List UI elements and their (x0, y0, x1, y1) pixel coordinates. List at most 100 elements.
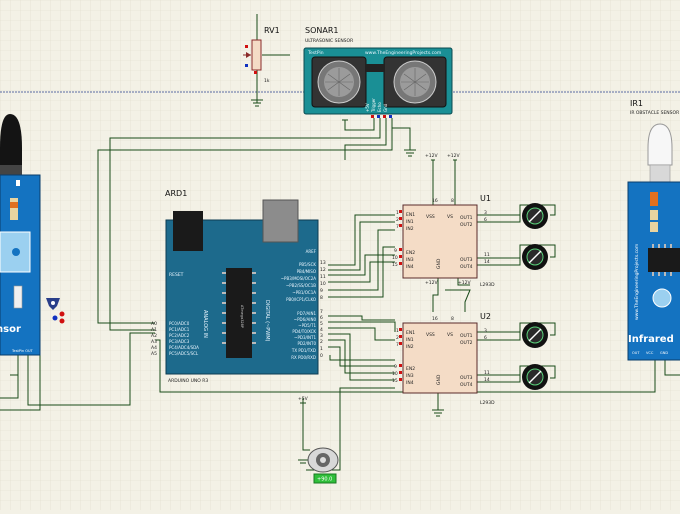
arduino-pin-12: 12 (320, 267, 326, 273)
u1-num-1: 1 (396, 210, 399, 216)
arduino-pin-6: 6 (320, 315, 323, 321)
u1-pin-in3: IN3 (406, 257, 414, 263)
arduino-pin-a4: A4 (151, 345, 157, 351)
arduino-pd6-label: ~PD6/AIN0 (294, 317, 317, 322)
arduino-adc5-label: PC5/ADC5/SCL (169, 351, 199, 356)
u1-pin-in1: IN1 (406, 219, 414, 225)
arduino-pin-a5: A5 (151, 351, 157, 357)
u1-num-7: 7 (396, 224, 399, 230)
arduino-adc1-label: PC1/ADC1 (169, 327, 190, 332)
arduino-pb3-label: ~PB3/MOSI/OC2A (281, 276, 317, 281)
u2-pin-in3: IN3 (406, 373, 414, 379)
u1-pin-out1: OUT1 (460, 215, 473, 221)
u1-pin-vss: VSS (426, 214, 435, 220)
u1-ref-label: U1 (480, 194, 491, 203)
u2-num-6: 6 (484, 335, 487, 341)
supply-u1-vss-label: +12V (425, 153, 438, 159)
dc-motor-3[interactable] (522, 322, 548, 348)
u1-pin-vs: VS (447, 214, 453, 220)
dc-motor-4[interactable] (522, 364, 548, 390)
schematic-canvas: RV1 1k SONAR1 ULTRASONIC SENSOR TestPin … (0, 0, 680, 510)
u2-pin-en2: EN2 (406, 366, 415, 372)
arduino-reset-label: RESET (169, 272, 184, 278)
u2-num-8: 8 (451, 316, 454, 322)
u2-pin-vs: VS (447, 332, 453, 338)
u1-num-11: 11 (484, 252, 490, 258)
u2-pin-out3: OUT3 (460, 375, 473, 381)
u2-pin-in2: IN2 (406, 344, 414, 350)
pot-value-label: 1k (264, 78, 270, 84)
u2-num-10: 10 (392, 371, 398, 377)
supply-u2-vs-label: +12V (458, 280, 471, 286)
u1-pin-out4: OUT4 (460, 264, 473, 270)
arduino-pin-4: 4 (320, 327, 323, 333)
arduino-pb2-label: ~PB2/SS/OC1B (286, 283, 316, 288)
arduino-pd5-label: ~PD5/T1 (298, 323, 316, 328)
arduino-model-label: ARDUINO UNO R3 (168, 378, 208, 384)
u1-num-8: 8 (451, 198, 454, 204)
sonar-pin-vcc: +5V (365, 103, 370, 112)
arduino-pd7-label: PD7/AIN1 (297, 311, 316, 316)
u1-num-6: 6 (484, 217, 487, 223)
sonar-type-label: ULTRASONIC SENSOR (305, 38, 353, 44)
supply-u2-vss-label: +12V (425, 280, 438, 286)
arduino-adc0-label: PC0/ADC0 (169, 321, 190, 326)
ir-name-label: Infrared (628, 334, 674, 345)
arduino-pd1-label: TX PD1/TXD (291, 348, 316, 353)
arduino-adc3-label: PC3/ADC3 (169, 339, 190, 344)
u2-num-11: 11 (484, 370, 490, 376)
arduino-pin-13: 13 (320, 260, 326, 266)
arduino-digital-label: DIGITAL (~PWM) (264, 300, 270, 342)
u2-pin-vss: VSS (426, 332, 435, 338)
u1-num-16: 16 (432, 198, 438, 204)
arduino-pin-8: 8 (320, 295, 323, 301)
arduino-pb5-label: PB5/SCK (299, 262, 316, 267)
u1-num-10: 10 (392, 255, 398, 261)
u1-pin-in4: IN4 (406, 264, 414, 270)
arduino-pin-7: 7 (320, 309, 323, 315)
u1-pin-out3: OUT3 (460, 257, 473, 263)
arduino-pd0-label: RX PD0/RXD (291, 355, 316, 360)
u2-pin-out2: OUT2 (460, 340, 473, 346)
u2-pin-en1: EN1 (406, 330, 415, 336)
dc-motor-2[interactable] (522, 244, 548, 270)
ir-type-label: IR OBSTACLE SENSOR (630, 110, 679, 116)
u1-model-label: L293D (480, 282, 495, 288)
u2-num-2: 2 (396, 335, 399, 341)
u2-num-14: 14 (484, 377, 490, 383)
left-sensor-pins-label: TestPin OUT (11, 349, 34, 353)
arduino-ref-label: ARD1 (165, 189, 187, 198)
sonar-pin-gnd: Gnd (383, 103, 388, 112)
ir-pin-out: OUT (632, 351, 640, 355)
u2-num-3: 3 (484, 328, 487, 334)
arduino-pd3-label: ~PD3/INT1 (294, 335, 316, 340)
ir-pin-vcc: VCC (646, 351, 654, 355)
arduino-pb1-label: ~PB1/OC1A (292, 290, 316, 295)
u2-ref-label: U2 (480, 312, 491, 321)
u2-num-7: 7 (396, 342, 399, 348)
u2-pin-out1: OUT1 (460, 333, 473, 339)
u2-num-16: 16 (432, 316, 438, 322)
sonar-pin-trigger: Trigger (371, 98, 376, 113)
u1-num-9: 9 (394, 248, 397, 254)
u2-pin-out4: OUT4 (460, 382, 473, 388)
arduino-pb0-label: PB0/ICP1/CLKO (286, 297, 316, 302)
arduino-pb4-label: PB4/MISO (297, 269, 316, 274)
pot-ref-label: RV1 (264, 26, 280, 35)
u1-pin-out2: OUT2 (460, 222, 473, 228)
dc-motor-1[interactable] (522, 203, 548, 229)
sonar-pin-echo: Echo (377, 102, 382, 112)
u1-pin-en1: EN1 (406, 212, 415, 218)
u1-num-2: 2 (396, 217, 399, 223)
arduino-pd4-label: PD4/T0/XCK (292, 329, 316, 334)
arduino-pin-1: 1 (320, 346, 323, 352)
sonar-ref-label: SONAR1 (305, 26, 338, 35)
ir-led-icon (647, 123, 673, 166)
arduino-aref-label: AREF (306, 249, 317, 254)
u2-num-1: 1 (396, 328, 399, 334)
sonar-brand-label: TestPin (307, 50, 324, 56)
u2-num-15: 15 (392, 378, 398, 384)
u2-pin-in1: IN1 (406, 337, 414, 343)
u1-num-15: 15 (392, 262, 398, 268)
arduino-pin-a2: A2 (151, 333, 157, 339)
